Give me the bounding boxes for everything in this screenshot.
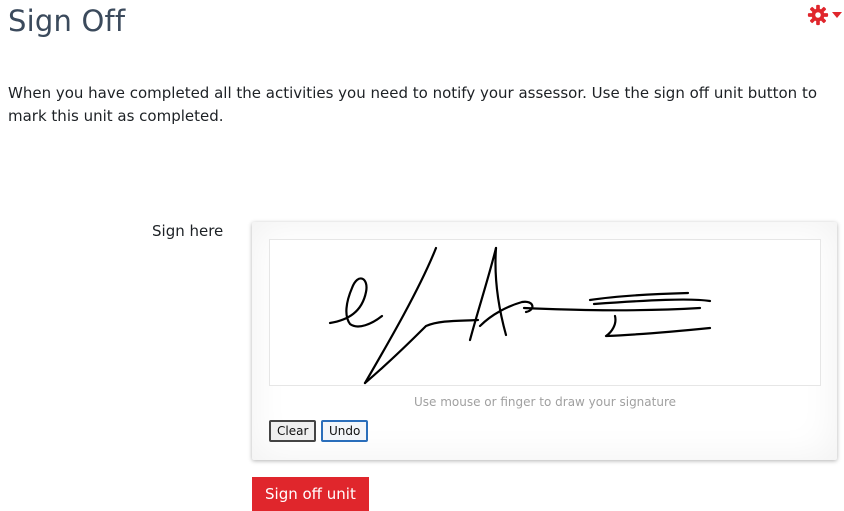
gear-icon [807,4,829,26]
signature-canvas[interactable] [269,239,821,386]
settings-menu[interactable] [807,4,842,26]
intro-text: When you have completed all the activiti… [8,84,818,125]
sign-here-label: Sign here [152,222,224,240]
page-title: Sign Off [8,4,126,38]
page: Sign Off When you have completed all the… [0,0,844,511]
clear-button[interactable]: Clear [269,420,317,442]
signature-drawing [328,246,712,385]
undo-button[interactable]: Undo [321,420,369,442]
sign-off-unit-button[interactable]: Sign off unit [252,477,369,511]
caret-down-icon [832,12,842,18]
signature-panel: Use mouse or finger to draw your signatu… [252,222,837,460]
signature-hint: Use mouse or finger to draw your signatu… [413,395,677,409]
